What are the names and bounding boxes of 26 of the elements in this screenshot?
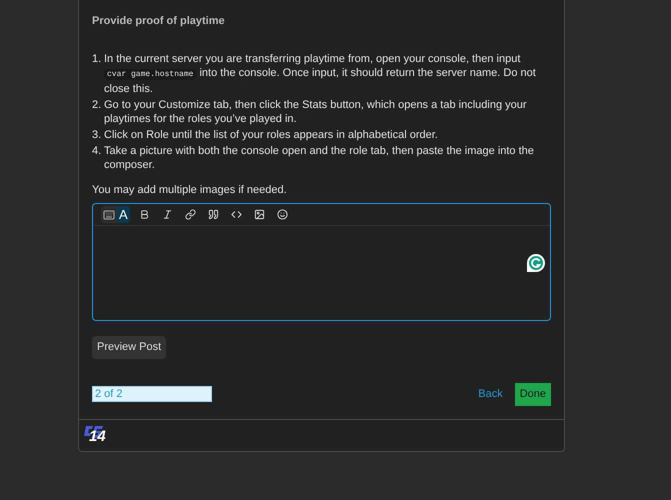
composer[interactable]: A [92, 203, 551, 321]
code-icon [231, 209, 242, 220]
hint-text: You may add multiple images if needed. [92, 182, 288, 198]
step-text: Take a picture with both the console open and the role tab, then paste the image into the composer. [104, 144, 535, 172]
step-text: Click on Role until the list of your roles appears in alphabetical order. [104, 128, 438, 142]
step-number: 3. [92, 128, 102, 142]
step-text: In the current server you are transferring playtime from, open your console, then input cvar game.hostname into the console. Once input, it should return the server name. Do not close this. [104, 52, 537, 96]
inline-code: cvar game.hostname [104, 68, 196, 80]
bold-icon [139, 209, 150, 220]
image-icon [254, 209, 266, 220]
keyboard-icon [103, 208, 115, 220]
form-title: Provide proof of playtime [92, 14, 226, 29]
back-link[interactable]: Back [478, 386, 503, 402]
step-number: 2. [92, 98, 102, 112]
italic-icon [162, 209, 174, 220]
grammar-check-icon[interactable] [526, 253, 546, 273]
rich-text-toggle[interactable]: A [117, 206, 130, 223]
emoji-icon [277, 209, 288, 220]
link-icon [185, 209, 196, 220]
quote-icon [208, 209, 220, 220]
step-counter: 2 of 2 [92, 386, 212, 402]
step-text: Go to your Customize tab, then click the Stats button, which opens a tab including your playtimes for the roles you’ve played in. [104, 98, 528, 126]
preview-post-button[interactable]: Preview Post [92, 336, 166, 359]
step-number: 4. [92, 144, 102, 158]
step-number: 1. [92, 52, 102, 66]
done-button[interactable]: Done [514, 382, 551, 406]
